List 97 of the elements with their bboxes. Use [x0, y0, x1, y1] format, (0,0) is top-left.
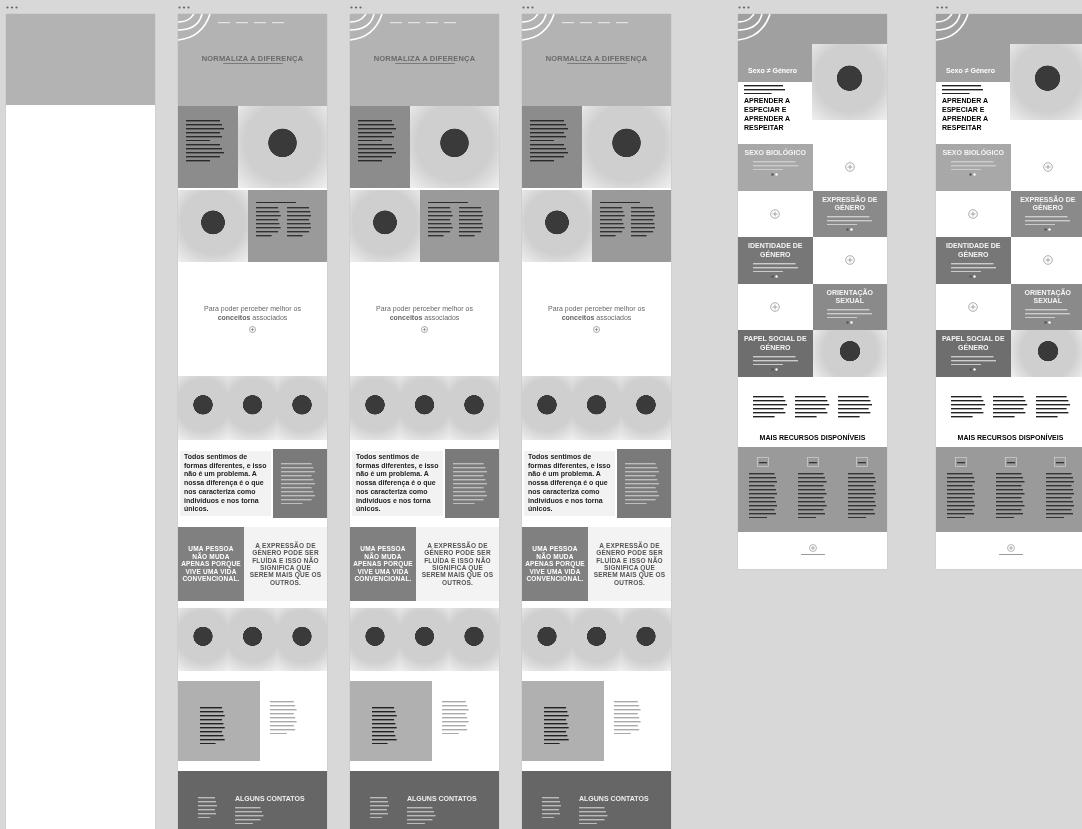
link-list-drawing	[946, 472, 976, 518]
carousel-dots-icon[interactable]	[969, 274, 978, 278]
link-list-drawing	[748, 472, 778, 518]
photo-placeholder	[178, 190, 248, 262]
link-list-drawing	[847, 472, 877, 518]
quote-text-drawing	[993, 396, 1028, 418]
placeholder-text-drawing	[542, 797, 561, 819]
placeholder-text-drawing	[186, 144, 224, 162]
placeholder-text-drawing	[950, 355, 996, 365]
photo-placeholder	[522, 190, 592, 262]
more-icon[interactable]	[6, 6, 18, 9]
placeholder-text-drawing	[200, 707, 225, 745]
photo-placeholder	[1010, 330, 1082, 377]
photo-placeholder	[277, 376, 327, 440]
placeholder-text-drawing	[827, 216, 873, 226]
placeholder-text-drawing	[286, 207, 312, 237]
placeholder-text-drawing	[428, 207, 453, 237]
photo-placeholder	[178, 376, 228, 440]
placeholder-text-drawing	[752, 160, 798, 171]
more-icon[interactable]	[350, 6, 362, 9]
photo-placeholder	[621, 376, 671, 440]
link-list-drawing	[1045, 472, 1075, 518]
plus-circle-icon[interactable]	[770, 208, 781, 219]
plus-circle-icon[interactable]	[770, 301, 781, 312]
placeholder-text-drawing	[530, 120, 568, 142]
resource-card-icon[interactable]	[1004, 456, 1017, 467]
plus-circle-icon[interactable]	[1042, 255, 1053, 266]
placeholder-text-drawing	[600, 207, 625, 237]
photo-placeholder	[277, 608, 327, 671]
placeholder-text-drawing	[752, 355, 798, 365]
resource-card-icon[interactable]	[856, 456, 869, 467]
placeholder-text-drawing	[358, 144, 396, 162]
placeholder-text-drawing	[458, 207, 484, 237]
placeholder-text-drawing	[1025, 309, 1071, 319]
placeholder-text-drawing	[579, 806, 608, 825]
placeholder-text-drawing	[630, 207, 656, 237]
carousel-dots-icon[interactable]	[845, 228, 854, 232]
resource-card-icon[interactable]	[806, 456, 819, 467]
placeholder-text-drawing	[186, 120, 224, 142]
photo-placeholder	[178, 608, 228, 671]
plus-circle-icon[interactable]	[1042, 162, 1053, 173]
placeholder-text-drawing	[270, 701, 297, 735]
photo-placeholder	[522, 376, 572, 440]
placeholder-text-drawing	[942, 85, 984, 95]
plus-circle-icon[interactable]	[968, 301, 979, 312]
photo-placeholder	[621, 608, 671, 671]
quote-text-drawing	[837, 396, 872, 418]
more-icon[interactable]	[178, 6, 190, 9]
link-list-drawing	[798, 472, 827, 518]
quote-text-drawing	[1035, 396, 1070, 418]
placeholder-text-drawing	[256, 207, 281, 237]
placeholder-text-drawing	[1025, 216, 1071, 226]
photo-placeholder	[350, 608, 400, 671]
placeholder-text-drawing	[198, 797, 217, 819]
placeholder-text-drawing	[358, 120, 396, 142]
placeholder-text-drawing	[998, 553, 1023, 556]
photo-placeholder	[522, 608, 572, 671]
quote-text-drawing	[795, 396, 830, 418]
placeholder-text-drawing	[827, 309, 873, 319]
plus-circle-icon[interactable]	[844, 255, 855, 266]
resource-card-icon[interactable]	[954, 456, 967, 467]
photo-placeholder	[350, 190, 420, 262]
placeholder-text-drawing	[614, 701, 641, 735]
placeholder-text-drawing	[442, 701, 469, 735]
more-icon[interactable]	[738, 6, 750, 9]
placeholder-text-drawing	[453, 463, 488, 505]
placeholder-text-drawing	[744, 85, 786, 95]
placeholder-text-drawing	[544, 707, 569, 745]
resource-card-icon[interactable]	[756, 456, 769, 467]
placeholder-text-drawing	[407, 806, 436, 825]
placeholder-text-drawing	[625, 463, 660, 505]
carousel-dots-icon[interactable]	[845, 321, 854, 325]
more-icon[interactable]	[936, 6, 948, 9]
photo-placeholder	[449, 608, 499, 671]
more-icon[interactable]	[522, 6, 534, 9]
resource-card-icon[interactable]	[1054, 456, 1067, 467]
carousel-dots-icon[interactable]	[1043, 228, 1052, 232]
carousel-dots-icon[interactable]	[771, 173, 780, 177]
carousel-dots-icon[interactable]	[771, 274, 780, 278]
placeholder-text-drawing	[950, 262, 996, 272]
quote-text-drawing	[753, 396, 788, 418]
placeholder-text-drawing	[752, 262, 798, 272]
photo-placeholder	[449, 376, 499, 440]
placeholder-text-drawing	[800, 553, 825, 556]
placeholder-text-drawing	[281, 463, 316, 505]
placeholder-text-drawing	[372, 707, 397, 745]
quote-text-drawing	[951, 396, 986, 418]
plus-circle-icon[interactable]	[844, 162, 855, 173]
link-list-drawing	[996, 472, 1025, 518]
carousel-dots-icon[interactable]	[969, 173, 978, 177]
placeholder-text-drawing	[370, 797, 389, 819]
placeholder-text-drawing	[530, 144, 568, 162]
placeholder-text-drawing	[950, 160, 996, 171]
photo-placeholder	[350, 376, 400, 440]
carousel-dots-icon[interactable]	[1043, 321, 1052, 325]
placeholder-text-drawing	[235, 806, 264, 825]
plus-circle-icon[interactable]	[968, 208, 979, 219]
